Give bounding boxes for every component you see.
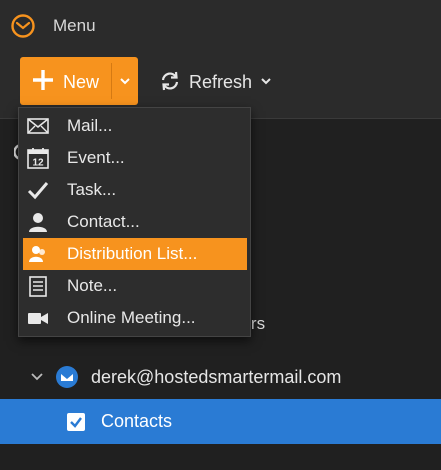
chevron-down-icon[interactable] bbox=[118, 74, 132, 88]
new-button-divider bbox=[111, 63, 112, 99]
account-icon bbox=[56, 366, 78, 388]
new-button-label: New bbox=[63, 72, 100, 92]
contacts-folder-label: Contacts bbox=[101, 411, 173, 431]
person-icon bbox=[29, 213, 47, 232]
menu-item-note[interactable]: Note... bbox=[23, 270, 247, 302]
menu-item-label: Distribution List... bbox=[67, 244, 198, 263]
menu-item-label: Mail... bbox=[67, 116, 113, 135]
checkmark-icon bbox=[27, 182, 49, 200]
plus-icon bbox=[33, 70, 53, 90]
menu-title[interactable]: Menu bbox=[53, 16, 96, 36]
chevron-down-icon[interactable] bbox=[259, 74, 273, 88]
menu-item-distribution-list[interactable]: Distribution List... bbox=[23, 238, 247, 270]
group-icon bbox=[29, 246, 45, 262]
menu-item-contact[interactable]: Contact... bbox=[23, 206, 247, 238]
chevron-down-icon[interactable] bbox=[30, 369, 44, 383]
menu-item-task[interactable]: Task... bbox=[23, 174, 247, 206]
menu-item-label: Note... bbox=[67, 276, 118, 295]
video-camera-icon bbox=[28, 313, 48, 324]
new-dropdown-menu: Mail... 12 Event... Task... Contact... D… bbox=[18, 107, 251, 337]
menu-item-online-meeting[interactable]: Online Meeting... bbox=[23, 302, 247, 334]
checkbox-checked-icon[interactable] bbox=[67, 413, 85, 431]
menu-item-label: Event... bbox=[67, 148, 125, 167]
menu-item-mail[interactable]: Mail... bbox=[23, 110, 247, 142]
envelope-icon bbox=[27, 118, 49, 134]
note-icon bbox=[29, 276, 47, 297]
refresh-icon[interactable] bbox=[159, 70, 181, 92]
menu-item-event[interactable]: 12 Event... bbox=[23, 142, 247, 174]
menu-item-label: Task... bbox=[67, 180, 117, 199]
refresh-button[interactable]: Refresh bbox=[189, 72, 252, 93]
calendar-day-number: 12 bbox=[32, 158, 44, 169]
menu-item-label: Contact... bbox=[67, 212, 140, 231]
account-label[interactable]: derek@hostedsmartermail.com bbox=[91, 367, 341, 388]
smartermail-logo-icon[interactable] bbox=[10, 13, 36, 39]
menu-item-label: Online Meeting... bbox=[67, 308, 196, 327]
calendar-icon: 12 bbox=[27, 148, 49, 169]
